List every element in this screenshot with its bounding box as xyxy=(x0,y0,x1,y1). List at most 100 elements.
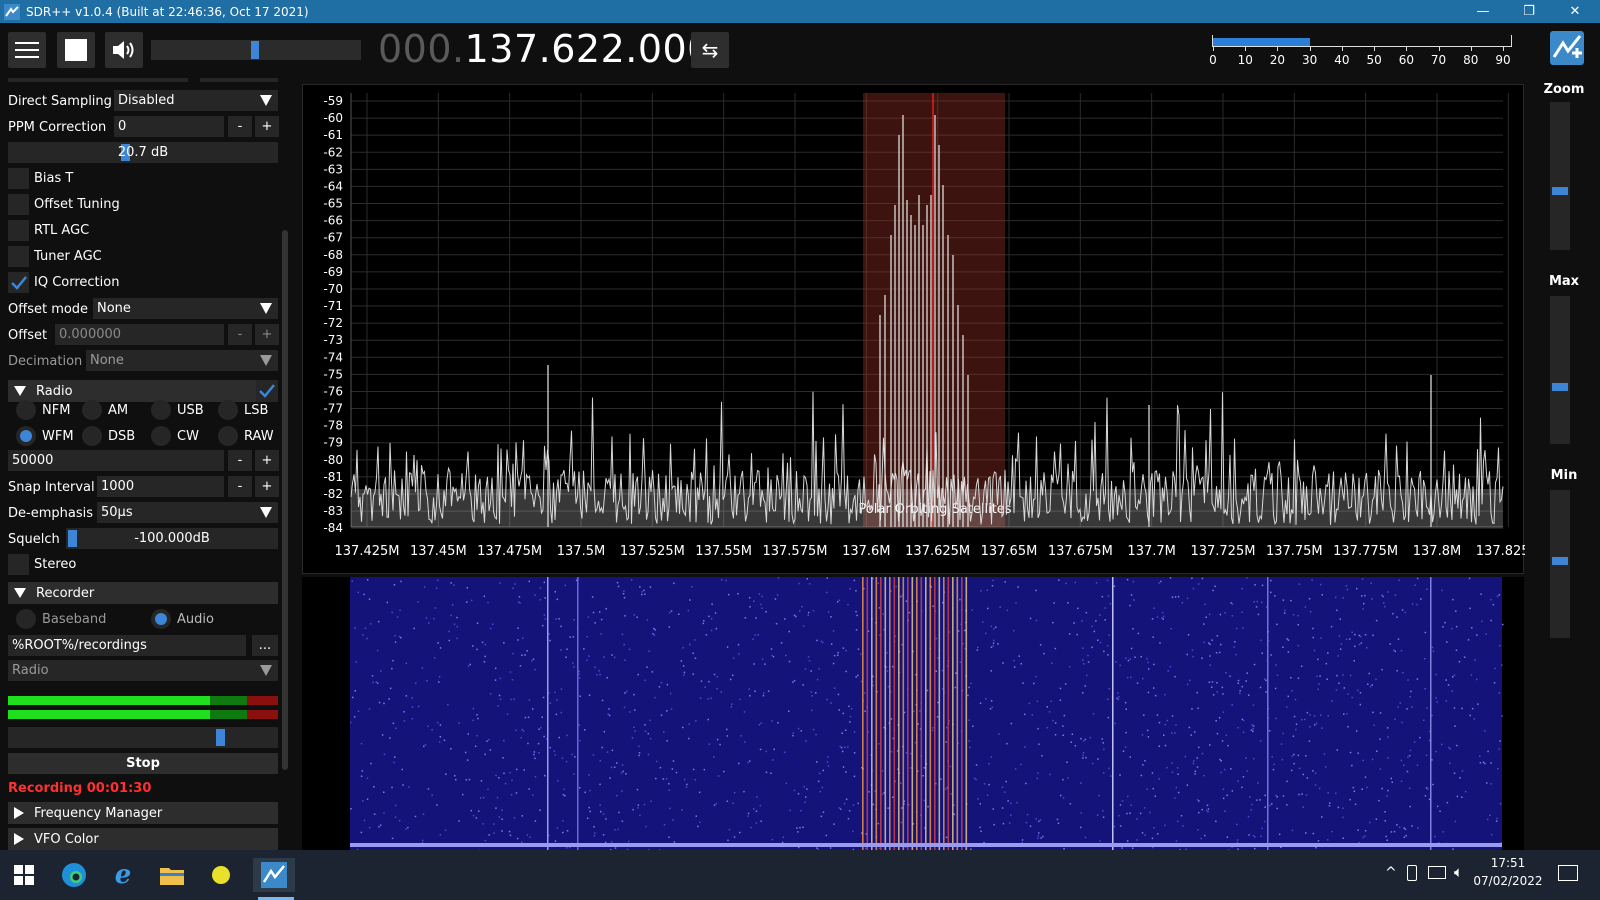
mode-radio-wfm[interactable] xyxy=(16,426,36,446)
volume-slider[interactable] xyxy=(151,40,361,60)
bandwidth-decrement-button[interactable]: - xyxy=(228,450,252,471)
direct-sampling-select[interactable]: Disabled xyxy=(114,90,278,111)
ppm-input[interactable]: 0 xyxy=(114,116,224,137)
waterfall-noise-dot xyxy=(945,836,948,839)
offset-tuning-checkbox[interactable] xyxy=(8,194,29,215)
ppm-increment-button[interactable]: + xyxy=(255,116,279,137)
usb-icon[interactable] xyxy=(1407,865,1417,881)
waterfall-noise-dot xyxy=(1084,685,1086,687)
volume-tray-icon[interactable]: 🔈︎ xyxy=(1454,863,1463,881)
volume-knob[interactable] xyxy=(251,41,259,59)
waterfall-noise-dot xyxy=(1476,678,1478,681)
mode-radio-lsb[interactable] xyxy=(218,400,238,420)
ie-taskbar-button[interactable]: e xyxy=(106,858,140,892)
offset-input[interactable]: 0.000000 xyxy=(55,324,224,345)
record-volume-slider[interactable] xyxy=(8,727,278,748)
offset-mode-select[interactable]: None xyxy=(93,298,278,319)
waterfall[interactable] xyxy=(302,577,1524,852)
squelch-value: -100.000dB xyxy=(134,531,210,546)
waterfall-noise-dot xyxy=(646,619,649,621)
deemphasis-select[interactable]: 50µs xyxy=(97,502,278,523)
waterfall-panel[interactable] xyxy=(302,577,1524,852)
mute-button[interactable] xyxy=(105,32,143,68)
stereo-checkbox[interactable] xyxy=(8,554,29,575)
waterfall-noise-dot xyxy=(748,688,750,690)
audio-radio[interactable] xyxy=(151,609,171,629)
waterfall-noise-dot xyxy=(1216,682,1218,684)
waterfall-noise-dot xyxy=(755,822,758,824)
squelch-knob[interactable] xyxy=(68,530,77,547)
tray-chevron-icon[interactable]: ^ xyxy=(1385,865,1397,881)
waterfall-noise-dot xyxy=(662,778,665,780)
bandwidth-input[interactable]: 50000 xyxy=(8,450,224,471)
stop-playback-button[interactable] xyxy=(57,32,95,68)
waterfall-signal-line xyxy=(943,577,945,850)
radio-section-header[interactable]: Radio xyxy=(8,380,278,402)
fft-panel[interactable]: -59 -60 -61 -62 -63 -64 -65 -66 -67 -68 -69 -70 -71-… xyxy=(302,84,1541,575)
zoom-knob[interactable] xyxy=(1552,187,1568,195)
close-button[interactable]: ✕ xyxy=(1552,0,1598,23)
waterfall-noise-dot xyxy=(1050,700,1052,702)
waterfall-noise-dot xyxy=(529,836,531,838)
baseband-radio[interactable] xyxy=(16,609,36,629)
snap-interval-input[interactable]: 1000 xyxy=(97,476,224,497)
waterfall-noise-dot xyxy=(1068,665,1071,668)
rtl-agc-checkbox[interactable] xyxy=(8,220,29,241)
minimize-button[interactable]: — xyxy=(1460,0,1506,23)
mode-radio-usb[interactable] xyxy=(151,400,171,420)
frequency-display[interactable]: 000.137.622.000 xyxy=(378,27,712,71)
fft-plot[interactable]: -59-60-61-62-63-64-65-66-67-68-69-70-71-… xyxy=(303,85,1541,575)
swap-iq-button[interactable]: ⇆ xyxy=(691,32,729,68)
bias-t-checkbox[interactable] xyxy=(8,168,29,189)
offset-decrement-button[interactable]: - xyxy=(228,324,252,345)
clock-date[interactable]: 07/02/2022 xyxy=(1468,874,1548,888)
rtl-agc-label: RTL AGC xyxy=(34,223,90,238)
sidebar-scrollbar[interactable] xyxy=(282,230,288,770)
waterfall-noise-dot xyxy=(695,720,697,722)
gain-slider[interactable]: 20.7 dB xyxy=(8,142,278,163)
recorder-section-header[interactable]: Recorder xyxy=(8,582,278,604)
recording-path-input[interactable]: %ROOT%/recordings xyxy=(8,635,246,656)
menu-button[interactable] xyxy=(8,32,46,68)
start-button[interactable] xyxy=(7,858,41,892)
ppm-decrement-button[interactable]: - xyxy=(228,116,252,137)
radio-enable-checkbox[interactable] xyxy=(256,380,278,402)
max-slider[interactable] xyxy=(1550,296,1570,444)
min-knob[interactable] xyxy=(1552,557,1568,565)
zoom-slider[interactable] xyxy=(1550,102,1570,250)
waterfall-noise-dot xyxy=(1364,830,1367,832)
mode-radio-cw[interactable] xyxy=(151,426,171,446)
stream-select[interactable]: Radio xyxy=(8,660,278,681)
restore-button[interactable]: ❐ xyxy=(1506,0,1552,23)
squelch-slider[interactable]: -100.000dB xyxy=(66,528,278,549)
notifications-icon[interactable] xyxy=(1558,865,1578,881)
max-knob[interactable] xyxy=(1552,383,1568,391)
record-volume-knob[interactable] xyxy=(216,729,225,746)
vfo-color-header[interactable]: VFO Color xyxy=(8,828,278,850)
edge-taskbar-button[interactable] xyxy=(57,858,91,892)
sdrpp-taskbar-button[interactable] xyxy=(253,858,295,892)
app-taskbar-button[interactable] xyxy=(204,858,238,892)
frequency-manager-header[interactable]: Frequency Manager xyxy=(8,802,278,824)
waterfall-noise-dot xyxy=(599,673,601,676)
iq-correction-checkbox[interactable] xyxy=(8,272,29,293)
clock-time[interactable]: 17:51 xyxy=(1468,856,1548,870)
mode-radio-nfm[interactable] xyxy=(16,400,36,420)
mode-radio-am[interactable] xyxy=(82,400,102,420)
mode-radio-raw[interactable] xyxy=(218,426,238,446)
frequency-digits[interactable]: 137.622.000 xyxy=(465,27,712,71)
mode-radio-dsb[interactable] xyxy=(82,426,102,446)
browse-button[interactable]: ... xyxy=(252,635,278,656)
decimation-select[interactable]: None xyxy=(86,350,278,371)
stop-recording-button[interactable]: Stop xyxy=(8,753,278,774)
tuner-agc-checkbox[interactable] xyxy=(8,246,29,267)
snap-decrement-button[interactable]: - xyxy=(228,476,252,497)
explorer-taskbar-button[interactable] xyxy=(155,858,189,892)
frequency-leading-digits[interactable]: 000. xyxy=(378,27,465,71)
offset-increment-button[interactable]: + xyxy=(255,324,279,345)
bandwidth-increment-button[interactable]: + xyxy=(255,450,279,471)
snap-increment-button[interactable]: + xyxy=(255,476,279,497)
waterfall-noise-dot xyxy=(454,775,456,777)
min-slider[interactable] xyxy=(1550,490,1570,638)
network-icon[interactable] xyxy=(1428,866,1446,879)
